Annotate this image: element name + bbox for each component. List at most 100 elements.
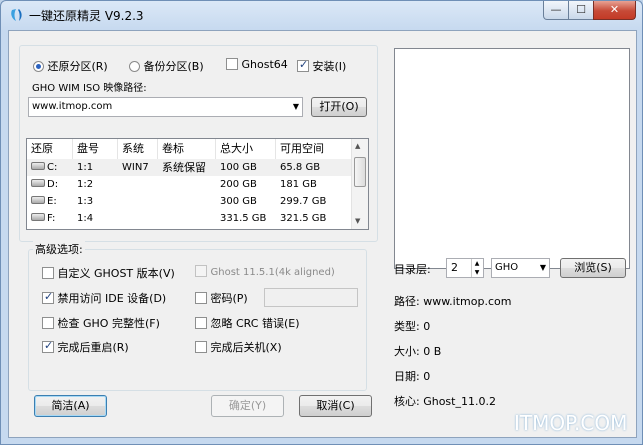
custom-ghost-label: 自定义 GHOST 版本(V) — [57, 267, 175, 280]
watermark: ITMOP.COM — [514, 411, 628, 435]
ok-button[interactable]: 确定(Y) — [211, 395, 284, 417]
restore-radio-dot[interactable] — [33, 61, 44, 72]
scroll-up-icon[interactable]: ▲ — [355, 142, 360, 150]
col-header-disk[interactable]: 盘号 — [73, 139, 118, 159]
free-space-cell: 65.8 GB — [280, 162, 321, 173]
col-header-system[interactable]: 系统 — [118, 139, 158, 159]
restart-checkbox-box[interactable] — [42, 339, 54, 353]
drive-cell: C: — [31, 159, 57, 176]
scroll-thumb[interactable] — [354, 157, 366, 187]
hard-disk-icon — [31, 162, 45, 170]
disable-ide-checkbox[interactable]: 禁用访问 IDE 设备(D) — [42, 290, 166, 306]
shutdown-label: 完成后关机(X) — [210, 341, 282, 354]
col-header-restore[interactable]: 还原 — [27, 139, 73, 159]
client-area: 还原分区(R) 备份分区(B) Ghost64 安装(I) GHO WIM IS… — [8, 30, 637, 438]
col-header-total[interactable]: 总大小 — [216, 139, 276, 159]
disable-ide-checkbox-box[interactable] — [42, 290, 54, 304]
disk-number: 1:4 — [77, 213, 94, 224]
backup-radio-dot[interactable] — [129, 61, 140, 72]
ignore-crc-checkbox-box[interactable] — [195, 317, 207, 329]
drive-letter: D: — [47, 179, 59, 190]
maximize-button[interactable]: ☐ — [568, 1, 594, 20]
hard-disk-icon — [31, 179, 45, 187]
ghost64-checkbox-box[interactable] — [226, 58, 238, 70]
close-button[interactable]: ✕ — [593, 1, 636, 20]
install-label: 安装(I) — [312, 60, 347, 73]
dropdown-arrow-icon[interactable]: ▼ — [540, 259, 546, 277]
custom-ghost-checkbox[interactable]: 自定义 GHOST 版本(V) — [42, 265, 175, 281]
shutdown-checkbox[interactable]: 完成后关机(X) — [195, 339, 282, 355]
path-info: 路径: www.itmop.com — [394, 295, 512, 308]
disable-ide-label: 禁用访问 IDE 设备(D) — [57, 292, 167, 305]
simple-button[interactable]: 简洁(A) — [34, 395, 107, 417]
disk-number: 1:3 — [77, 196, 94, 207]
type-combo[interactable]: GHO ▼ — [491, 258, 550, 278]
ghost64-checkbox[interactable]: Ghost64 — [226, 58, 288, 71]
date-info: 日期: 0 — [394, 370, 431, 383]
drive-cell: E: — [31, 193, 57, 210]
ignore-crc-checkbox[interactable]: 忽略 CRC 错误(E) — [195, 315, 299, 331]
image-path-combo[interactable]: www.itmop.com ▼ — [28, 97, 303, 117]
restore-radio-label: 还原分区(R) — [47, 60, 108, 73]
partition-table[interactable]: 还原 盘号 系统 卷标 总大小 可用空间 C: 1:1 WIN7 系统保留 10… — [26, 138, 369, 230]
total-size-cell: 300 GB — [220, 196, 257, 207]
check-gho-checkbox[interactable]: 检查 GHO 完整性(F) — [42, 315, 160, 331]
system-cell: WIN7 — [122, 162, 149, 173]
table-row[interactable]: D: 1:2 200 GB 181 GB — [27, 176, 353, 193]
drive-cell: F: — [31, 210, 55, 227]
free-space-cell: 299.7 GB — [280, 196, 327, 207]
image-path-label: GHO WIM ISO 映像路径: — [32, 83, 147, 94]
password-field[interactable] — [264, 288, 358, 307]
table-row[interactable]: C: 1:1 WIN7 系统保留 100 GB 65.8 GB — [27, 159, 353, 176]
drive-letter: C: — [47, 162, 58, 173]
password-checkbox-box[interactable] — [195, 292, 207, 304]
title-bar[interactable]: 一键还原精灵 V9.2.3 — ☐ ✕ — [1, 1, 642, 29]
ignore-crc-label: 忽略 CRC 错误(E) — [210, 317, 300, 330]
ghost-version-label: Ghost 11.5.1(4k aligned) — [210, 267, 335, 278]
preview-panel — [394, 48, 630, 269]
check-gho-checkbox-box[interactable] — [42, 317, 54, 329]
browse-button[interactable]: 浏览(S) — [560, 258, 626, 278]
custom-ghost-checkbox-box[interactable] — [42, 267, 54, 279]
total-size-cell: 200 GB — [220, 179, 257, 190]
backup-radio[interactable]: 备份分区(B) — [129, 58, 204, 74]
minimize-button[interactable]: — — [543, 1, 569, 20]
ghost64-label: Ghost64 — [241, 58, 288, 71]
app-icon — [11, 9, 22, 21]
disk-number: 1:1 — [77, 162, 94, 173]
password-label: 密码(P) — [210, 292, 248, 305]
install-checkbox[interactable]: 安装(I) — [297, 58, 346, 74]
backup-radio-label: 备份分区(B) — [143, 60, 204, 73]
password-checkbox[interactable]: 密码(P) — [195, 290, 248, 306]
dir-level-spinner[interactable]: 2 ▲ ▼ — [446, 258, 484, 278]
type-combo-value: GHO — [495, 262, 519, 273]
col-header-label[interactable]: 卷标 — [158, 139, 216, 159]
drive-cell: D: — [31, 176, 58, 193]
restart-label: 完成后重启(R) — [57, 341, 129, 354]
restart-checkbox[interactable]: 完成后重启(R) — [42, 339, 129, 355]
table-row[interactable]: E: 1:3 300 GB 299.7 GB — [27, 193, 353, 210]
restore-radio[interactable]: 还原分区(R) — [33, 58, 108, 74]
total-size-cell: 100 GB — [220, 162, 257, 173]
ghost-version-checkbox: Ghost 11.5.1(4k aligned) — [195, 265, 335, 278]
scroll-down-icon[interactable]: ▼ — [355, 217, 360, 225]
spinner-arrows-icon[interactable]: ▲ ▼ — [471, 259, 482, 277]
drive-letter: E: — [47, 196, 57, 207]
cancel-button[interactable]: 取消(C) — [299, 395, 372, 417]
shutdown-checkbox-box[interactable] — [195, 341, 207, 353]
open-button[interactable]: 打开(O) — [311, 97, 367, 117]
table-row[interactable]: F: 1:4 331.5 GB 321.5 GB — [27, 210, 353, 227]
dir-level-value: 2 — [451, 261, 458, 274]
drive-letter: F: — [47, 213, 56, 224]
col-header-free[interactable]: 可用空间 — [276, 139, 353, 159]
check-gho-label: 检查 GHO 完整性(F) — [57, 317, 160, 330]
ghost-version-checkbox-box — [195, 265, 207, 277]
table-scrollbar[interactable]: ▲ ▼ — [351, 139, 368, 229]
advanced-options-title: 高级选项: — [33, 241, 85, 257]
dir-level-label: 目录层: — [394, 263, 431, 276]
label-cell: 系统保留 — [162, 161, 206, 174]
image-path-value: www.itmop.com — [32, 101, 113, 112]
install-checkbox-box[interactable] — [297, 58, 309, 72]
hard-disk-icon — [31, 196, 45, 204]
dropdown-arrow-icon[interactable]: ▼ — [293, 98, 299, 116]
